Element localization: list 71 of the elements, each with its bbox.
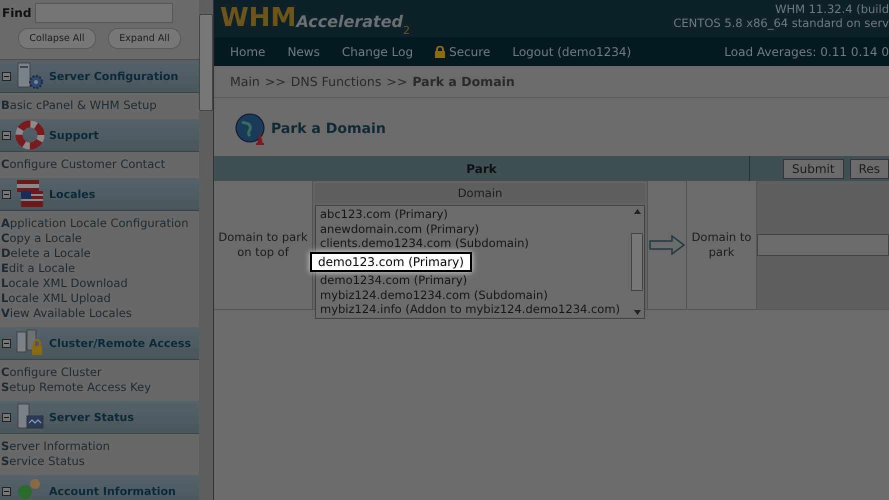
- lifebuoy-icon: [15, 120, 45, 150]
- form-button[interactable]: Submit: [782, 158, 844, 178]
- section-header[interactable]: Account Information: [0, 475, 199, 500]
- flags-icon: [15, 179, 45, 209]
- sidebar-link[interactable]: Setup Remote Access Key: [1, 380, 198, 395]
- server-gear-icon: [15, 61, 45, 91]
- servers-lock-icon: [15, 328, 45, 358]
- sidebar-link[interactable]: Configure Cluster: [1, 365, 198, 380]
- sidebar-link[interactable]: Delete a Locale: [1, 246, 198, 261]
- domain-option[interactable]: mybiz124.demo1234.com (Subdomain): [320, 288, 626, 302]
- section-title: Server Configuration: [49, 70, 178, 82]
- sidebar-link[interactable]: Edit a Locale: [1, 261, 198, 276]
- collapse-icon[interactable]: [2, 486, 11, 496]
- section-title: Support: [49, 128, 99, 142]
- list-header: Domain: [315, 183, 645, 203]
- section-title: Account Information: [49, 484, 176, 498]
- form-button[interactable]: Res: [850, 158, 889, 178]
- sidebar-button[interactable]: Expand All: [108, 28, 181, 49]
- sidebar-link[interactable]: Locale XML Upload: [1, 291, 198, 306]
- breadcrumb-separator: >>: [386, 74, 408, 89]
- collapse-icon[interactable]: [2, 72, 11, 80]
- domain-option[interactable]: mybiz124.info (Addon to mybiz124.demo1234.com): [320, 302, 626, 316]
- section-header[interactable]: Cluster/Remote Access: [0, 327, 199, 360]
- collapse-icon[interactable]: [2, 190, 11, 198]
- section-title: Cluster/Remote Access: [49, 336, 191, 350]
- sidebar-link[interactable]: Locale XML Download: [1, 276, 198, 291]
- breadcrumb-separator: >>: [264, 74, 286, 89]
- find-field[interactable]: [35, 3, 174, 23]
- field-label: Domain to park: [690, 230, 752, 260]
- sidebar-link[interactable]: Basic cPanel & WHM Setup: [1, 98, 198, 113]
- nav-link[interactable]: Change Log: [342, 44, 414, 58]
- load-averages: Load Averages: 0.11 0.14 0: [724, 44, 889, 58]
- domain-option[interactable]: demo123.com (Primary): [310, 252, 472, 272]
- nav-link[interactable]: Logout (demo1234): [512, 44, 632, 58]
- sidebar-button[interactable]: Collapse All: [18, 28, 96, 49]
- section-header[interactable]: Server Status: [0, 401, 199, 434]
- sidebar-link[interactable]: Configure Customer Contact: [1, 157, 198, 172]
- section-header[interactable]: Locales: [0, 178, 199, 211]
- domain-option[interactable]: anewdomain.com (Primary): [320, 222, 626, 236]
- section-title: Server Status: [49, 410, 134, 424]
- breadcrumb-link[interactable]: DNS Functions: [290, 74, 382, 89]
- breadcrumb-link[interactable]: Main: [230, 74, 260, 89]
- page-title: Park a Domain: [271, 121, 386, 137]
- section-title: Locales: [49, 188, 96, 200]
- nav-link[interactable]: Home: [230, 44, 266, 58]
- sidebar-link[interactable]: Server Information: [1, 439, 198, 454]
- sidebar-link[interactable]: Service Status: [1, 454, 198, 469]
- server-info: WHM 11.32.4 (build: [775, 2, 889, 16]
- sidebar-link[interactable]: Copy a Locale: [1, 231, 198, 246]
- domain-option[interactable]: clients.demo1234.com (Subdomain): [320, 236, 626, 250]
- collapse-icon[interactable]: [2, 338, 11, 348]
- column-header: Park: [214, 156, 750, 181]
- domain-input[interactable]: [757, 234, 889, 256]
- sidebar-link[interactable]: View Available Locales: [1, 306, 198, 321]
- nav-link[interactable]: Secure: [435, 44, 490, 58]
- section-header[interactable]: Support: [0, 119, 199, 152]
- scrollbar[interactable]: [199, 0, 213, 500]
- domain-option[interactable]: abc123.com (Primary): [320, 207, 626, 222]
- collapse-icon[interactable]: [2, 130, 11, 140]
- breadcrumb-current: Park a Domain: [412, 74, 515, 89]
- nav-link[interactable]: News: [287, 44, 320, 58]
- padlock-icon: [435, 46, 446, 58]
- field-label: Domain to park on top of: [217, 230, 309, 260]
- arrow-right-icon: [649, 235, 685, 255]
- server-info: CENTOS 5.8 x86_64 standard on serv: [673, 16, 889, 30]
- domain-option[interactable]: demo1234.com (Primary): [320, 273, 626, 288]
- scroll-up-icon[interactable]: [634, 209, 640, 214]
- find-label: Find: [2, 6, 32, 20]
- sidebar-link[interactable]: Application Locale Configuration: [1, 216, 198, 231]
- section-header[interactable]: Server Configuration: [0, 60, 199, 93]
- collapse-icon[interactable]: [2, 412, 11, 422]
